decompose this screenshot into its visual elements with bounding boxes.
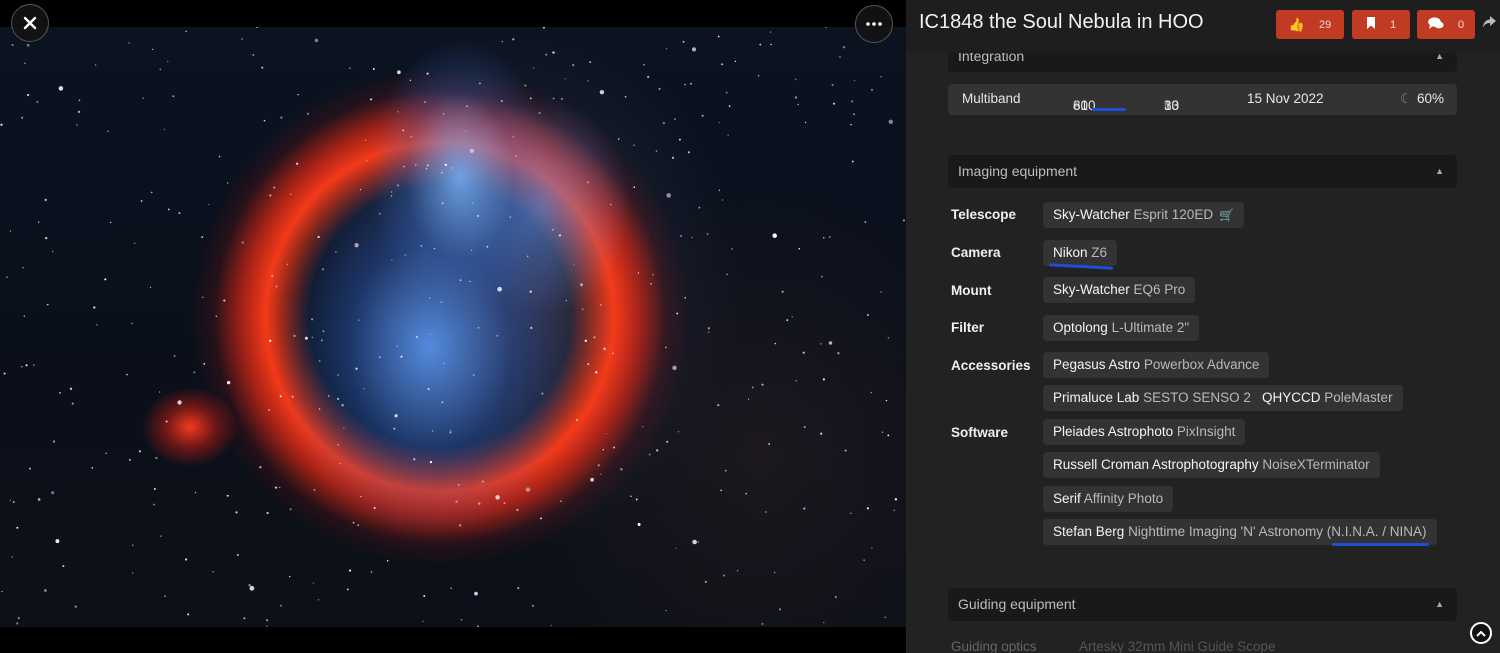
more-horizontal-icon <box>866 22 882 26</box>
bookmark-button[interactable]: 1 <box>1352 10 1410 39</box>
shopping-cart-icon[interactable]: 🛒 <box>1219 208 1234 222</box>
integration-date: 15 Nov 2022 <box>1247 91 1324 106</box>
integration-row: Multiband 81 × 600 ″ 13 h 30 ′ 15 Nov 2022 ☾ … <box>948 84 1457 115</box>
thumbs-up-icon: 👍 <box>1288 16 1305 32</box>
image-viewer <box>0 0 906 653</box>
equipment-brand: QHYCCD <box>1262 390 1321 405</box>
imaging-heading: Imaging equipment <box>958 163 1078 179</box>
equipment-chip-telescope[interactable]: Sky-Watcher Esprit 120ED 🛒 <box>1043 202 1245 228</box>
like-count: 29 <box>1318 18 1332 31</box>
guiding-optics-row: Guiding optics Artesky 32mm Mini Guide S… <box>951 639 1276 653</box>
equipment-chip-software[interactable]: Serif Affinity Photo <box>1043 486 1174 512</box>
equipment-model: PixInsight <box>1176 424 1236 439</box>
equipment-chip-mount[interactable]: Sky-Watcher EQ6 Pro <box>1043 277 1196 303</box>
equipment-model: NoiseXTerminator <box>1262 457 1370 472</box>
image-title: IC1848 the Soul Nebula in HOO <box>919 11 1204 33</box>
equipment-model: Nighttime Imaging 'N' Astronomy (N.I.N.A… <box>1128 524 1427 539</box>
equipment-brand: Russell Croman Astrophotography <box>1053 457 1259 472</box>
annotation-underline <box>1332 543 1429 546</box>
equipment-brand: Sky-Watcher <box>1053 207 1130 222</box>
moon-illumination: 60% <box>1417 91 1445 106</box>
minutes-unit: ′ <box>1164 98 1167 113</box>
integration-filter: Multiband <box>962 91 1021 106</box>
annotation-underline <box>1092 108 1126 111</box>
equipment-model: L-Ultimate 2" <box>1111 320 1190 335</box>
exposure-unit: ″ <box>1073 98 1078 113</box>
equipment-model: Affinity Photo <box>1083 491 1164 506</box>
chevron-up-icon <box>1476 630 1486 637</box>
accessories-label: Accessories <box>951 358 1031 373</box>
equipment-model: PoleMaster <box>1324 390 1393 405</box>
scroll-to-top-button[interactable] <box>1470 622 1492 644</box>
comments-button[interactable]: 0 <box>1417 10 1475 39</box>
chevron-up-icon: ▲ <box>1435 599 1444 609</box>
imaging-equipment-section-header[interactable]: Imaging equipment ▲ <box>948 155 1457 188</box>
panel-header: IC1848 the Soul Nebula in HOO 👍 29 1 0 <box>906 0 1500 53</box>
equipment-chip-camera[interactable]: Nikon Z6 <box>1043 240 1118 266</box>
equipment-chip-software[interactable]: Pleiades Astrophoto PixInsight <box>1043 419 1246 445</box>
comments-icon <box>1428 16 1444 33</box>
camera-label: Camera <box>951 245 1001 260</box>
like-button[interactable]: 👍 29 <box>1276 10 1344 39</box>
telescope-label: Telescope <box>951 207 1017 222</box>
close-button[interactable] <box>11 4 49 42</box>
equipment-model: Esprit 120ED <box>1133 207 1214 222</box>
details-panel: IC1848 the Soul Nebula in HOO 👍 29 1 0 I… <box>906 0 1500 653</box>
chevron-up-icon: ▲ <box>1435 166 1444 176</box>
comment-count: 0 <box>1457 18 1465 31</box>
star-field <box>0 27 905 627</box>
guiding-equipment-section-header[interactable]: Guiding equipment ▲ <box>948 588 1457 621</box>
more-options-button[interactable] <box>855 5 893 43</box>
equipment-model: Powerbox Advance <box>1143 357 1260 372</box>
guiding-optics-value[interactable]: Artesky 32mm Mini Guide Scope <box>1079 639 1276 653</box>
equipment-brand: Nikon <box>1053 245 1088 260</box>
nebula-photo[interactable] <box>0 27 906 627</box>
equipment-chip-software[interactable]: Russell Croman Astrophotography NoiseXTe… <box>1043 452 1380 478</box>
equipment-brand: Serif <box>1053 491 1081 506</box>
guiding-optics-label: Guiding optics <box>951 639 1037 653</box>
filter-label: Filter <box>951 320 985 335</box>
equipment-brand: Stefan Berg <box>1053 524 1125 539</box>
equipment-chip-accessory[interactable]: Pegasus Astro Powerbox Advance <box>1043 352 1270 378</box>
bookmark-count: 1 <box>1389 18 1397 31</box>
equipment-brand: Optolong <box>1053 320 1108 335</box>
equipment-brand: Sky-Watcher <box>1053 282 1130 297</box>
bookmark-icon <box>1366 17 1376 32</box>
equipment-brand: Primaluce Lab <box>1053 390 1140 405</box>
equipment-chip-software[interactable]: Stefan Berg Nighttime Imaging 'N' Astron… <box>1043 519 1437 545</box>
equipment-model: Z6 <box>1091 245 1108 260</box>
equipment-chip-filter[interactable]: Optolong L-Ultimate 2" <box>1043 315 1200 341</box>
equipment-model: SESTO SENSO 2 <box>1143 390 1251 405</box>
moon-icon: ☾ <box>1400 91 1413 106</box>
equipment-brand: Pleiades Astrophoto <box>1053 424 1174 439</box>
close-icon <box>23 16 37 30</box>
equipment-model: EQ6 Pro <box>1133 282 1186 297</box>
equipment-chip-accessory[interactable]: QHYCCD PoleMaster <box>1252 385 1403 411</box>
share-icon[interactable] <box>1483 15 1496 31</box>
mount-label: Mount <box>951 283 992 298</box>
guiding-heading: Guiding equipment <box>958 596 1076 612</box>
software-label: Software <box>951 425 1009 440</box>
equipment-chip-accessory[interactable]: Primaluce Lab SESTO SENSO 2 <box>1043 385 1261 411</box>
equipment-brand: Pegasus Astro <box>1053 357 1141 372</box>
